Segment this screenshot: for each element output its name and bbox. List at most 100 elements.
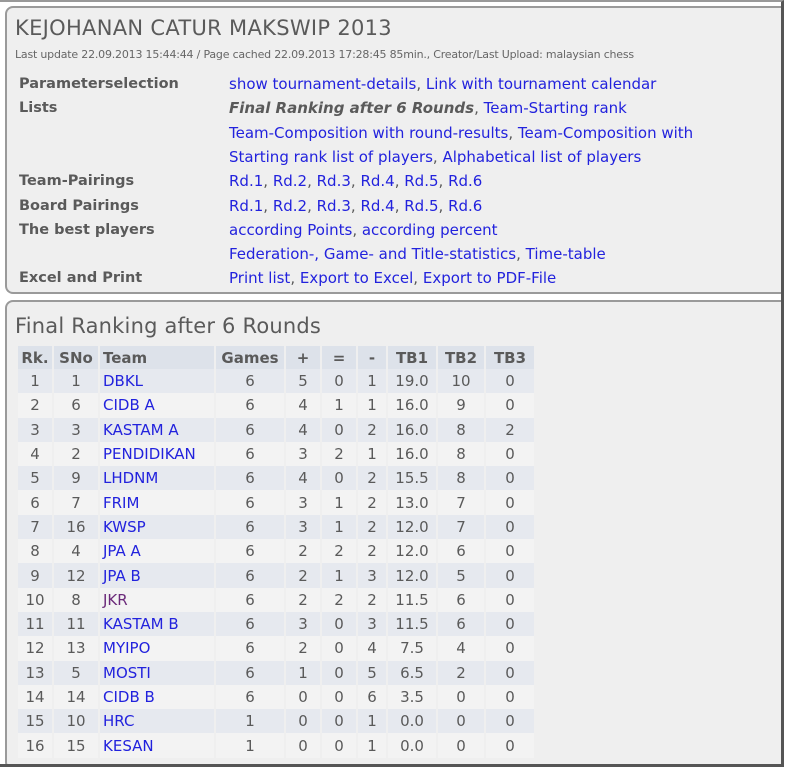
link-rd-2[interactable]: Rd.2 bbox=[273, 172, 307, 190]
starting-number-cell: 6 bbox=[54, 393, 98, 418]
team-link[interactable]: CIDB A bbox=[103, 396, 155, 414]
link-according-points[interactable]: according Points bbox=[229, 221, 352, 239]
starting-number-cell: 11 bbox=[54, 611, 98, 637]
link-rd-3[interactable]: Rd.3 bbox=[317, 172, 351, 190]
team-link[interactable]: FRIM bbox=[103, 494, 139, 512]
games-cell: 6 bbox=[216, 441, 284, 467]
rank-cell: 1 bbox=[18, 369, 52, 394]
starting-number-cell: 15 bbox=[54, 733, 98, 758]
col-draws: = bbox=[322, 346, 356, 369]
tb3-cell: 0 bbox=[486, 393, 534, 418]
table-row: 12 13 MYIPO 6 2 0 4 7.5 4 0 bbox=[18, 636, 534, 661]
team-link[interactable]: MYIPO bbox=[103, 639, 150, 657]
team-link[interactable]: JKR bbox=[103, 591, 128, 609]
team-cell: JPA B bbox=[100, 563, 214, 588]
rank-cell: 8 bbox=[18, 539, 52, 564]
link-rd-5[interactable]: Rd.5 bbox=[404, 172, 438, 190]
losses-cell: 2 bbox=[358, 417, 386, 442]
draws-cell: 0 bbox=[322, 369, 356, 394]
separator: , bbox=[416, 75, 426, 93]
team-link[interactable]: KASTAM B bbox=[103, 615, 179, 633]
team-link[interactable]: KWSP bbox=[103, 518, 146, 536]
starting-number-cell: 2 bbox=[54, 441, 98, 467]
link-team-composition-with[interactable]: Team-Composition with bbox=[518, 124, 693, 142]
team-cell: JPA A bbox=[100, 539, 214, 564]
wins-cell: 0 bbox=[286, 709, 320, 734]
draws-cell: 2 bbox=[322, 587, 356, 612]
link-alphabetical-list-of-players[interactable]: Alphabetical list of players bbox=[442, 148, 641, 166]
tb3-cell: 0 bbox=[486, 490, 534, 515]
link-rd-1[interactable]: Rd.1 bbox=[229, 197, 263, 215]
team-link[interactable]: MOSTI bbox=[103, 664, 151, 682]
wins-cell: 4 bbox=[286, 417, 320, 442]
link-time-table[interactable]: Time-table bbox=[526, 245, 606, 263]
link-federation-game-and-title-statistics[interactable]: Federation-, Game- and Title-statistics bbox=[229, 245, 516, 263]
link-team-starting-rank[interactable]: Team-Starting rank bbox=[484, 99, 627, 117]
team-link[interactable]: JPA B bbox=[103, 567, 141, 585]
draws-cell: 0 bbox=[322, 733, 356, 758]
draws-cell: 1 bbox=[322, 514, 356, 540]
current-page-final-ranking-after-6-rounds: Final Ranking after 6 Rounds bbox=[229, 99, 475, 118]
separator: , bbox=[438, 196, 449, 215]
link-team-composition-with-round-results[interactable]: Team-Composition with round-results bbox=[229, 124, 508, 142]
col-tb1: TB1 bbox=[388, 346, 436, 369]
wins-cell: 3 bbox=[286, 611, 320, 637]
tb1-cell: 13.0 bbox=[388, 490, 436, 515]
link-rd-4[interactable]: Rd.4 bbox=[360, 197, 394, 215]
link-rd-6[interactable]: Rd.6 bbox=[448, 197, 482, 215]
table-row: 15 10 HRC 1 0 0 1 0.0 0 0 bbox=[18, 709, 534, 734]
link-rd-2[interactable]: Rd.2 bbox=[273, 197, 307, 215]
team-link[interactable]: DBKL bbox=[103, 372, 143, 390]
link-rd-5[interactable]: Rd.5 bbox=[404, 197, 438, 215]
losses-cell: 2 bbox=[358, 466, 386, 491]
losses-cell: 1 bbox=[358, 441, 386, 467]
team-link[interactable]: LHDNM bbox=[103, 469, 158, 487]
games-cell: 6 bbox=[216, 490, 284, 515]
tb3-cell: 0 bbox=[486, 539, 534, 564]
tb3-cell: 0 bbox=[486, 660, 534, 685]
starting-number-cell: 8 bbox=[54, 587, 98, 612]
tb1-cell: 6.5 bbox=[388, 660, 436, 685]
team-link[interactable]: KASTAM A bbox=[103, 421, 179, 439]
tb3-cell: 0 bbox=[486, 733, 534, 758]
tb3-cell: 0 bbox=[486, 709, 534, 734]
team-cell: KASTAM B bbox=[100, 611, 214, 637]
table-row: 9 12 JPA B 6 2 1 3 12.0 5 0 bbox=[18, 563, 534, 588]
team-link[interactable]: CIDB B bbox=[103, 688, 155, 706]
rank-cell: 10 bbox=[18, 587, 52, 612]
link-link-with-tournament-calendar[interactable]: Link with tournament calendar bbox=[426, 75, 656, 93]
games-cell: 1 bbox=[216, 709, 284, 734]
menu-label: Board Pairings bbox=[19, 197, 139, 214]
team-link[interactable]: JPA A bbox=[103, 542, 141, 560]
link-rd-6[interactable]: Rd.6 bbox=[448, 172, 482, 190]
link-rd-4[interactable]: Rd.4 bbox=[360, 172, 394, 190]
link-starting-rank-list-of-players[interactable]: Starting rank list of players bbox=[229, 148, 433, 166]
link-print-list[interactable]: Print list bbox=[229, 269, 290, 287]
team-cell: PENDIDIKAN bbox=[100, 441, 214, 467]
games-cell: 6 bbox=[216, 587, 284, 612]
tb3-cell: 0 bbox=[486, 563, 534, 588]
starting-number-cell: 9 bbox=[54, 466, 98, 491]
team-link[interactable]: PENDIDIKAN bbox=[103, 445, 196, 463]
link-rd-3[interactable]: Rd.3 bbox=[317, 197, 351, 215]
tb2-cell: 8 bbox=[438, 441, 484, 467]
tb1-cell: 12.0 bbox=[388, 514, 436, 540]
team-cell: MYIPO bbox=[100, 636, 214, 661]
separator: , bbox=[474, 99, 484, 118]
wins-cell: 3 bbox=[286, 514, 320, 540]
separator: , bbox=[263, 196, 273, 215]
link-rd-1[interactable]: Rd.1 bbox=[229, 172, 263, 190]
wins-cell: 3 bbox=[286, 490, 320, 515]
link-export-to-excel[interactable]: Export to Excel bbox=[300, 269, 413, 287]
link-show-tournament-details[interactable]: show tournament-details bbox=[229, 75, 416, 93]
separator: , bbox=[394, 196, 405, 215]
link-export-to-pdf-file[interactable]: Export to PDF-File bbox=[423, 269, 556, 287]
team-link[interactable]: KESAN bbox=[103, 737, 154, 755]
team-cell: HRC bbox=[100, 709, 214, 734]
games-cell: 6 bbox=[216, 417, 284, 442]
team-link[interactable]: HRC bbox=[103, 712, 134, 730]
separator: , bbox=[438, 172, 449, 191]
starting-number-cell: 16 bbox=[54, 514, 98, 540]
tb1-cell: 7.5 bbox=[388, 636, 436, 661]
link-according-percent[interactable]: according percent bbox=[362, 221, 498, 239]
